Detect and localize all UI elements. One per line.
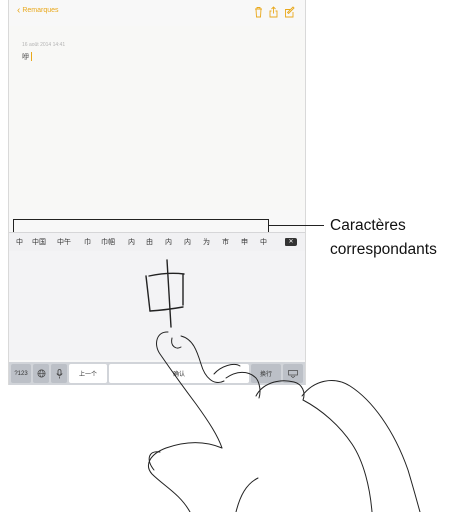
pointing-hand-illustration bbox=[148, 331, 421, 512]
handwritten-character bbox=[145, 259, 185, 328]
handwriting-illustration bbox=[145, 259, 421, 512]
